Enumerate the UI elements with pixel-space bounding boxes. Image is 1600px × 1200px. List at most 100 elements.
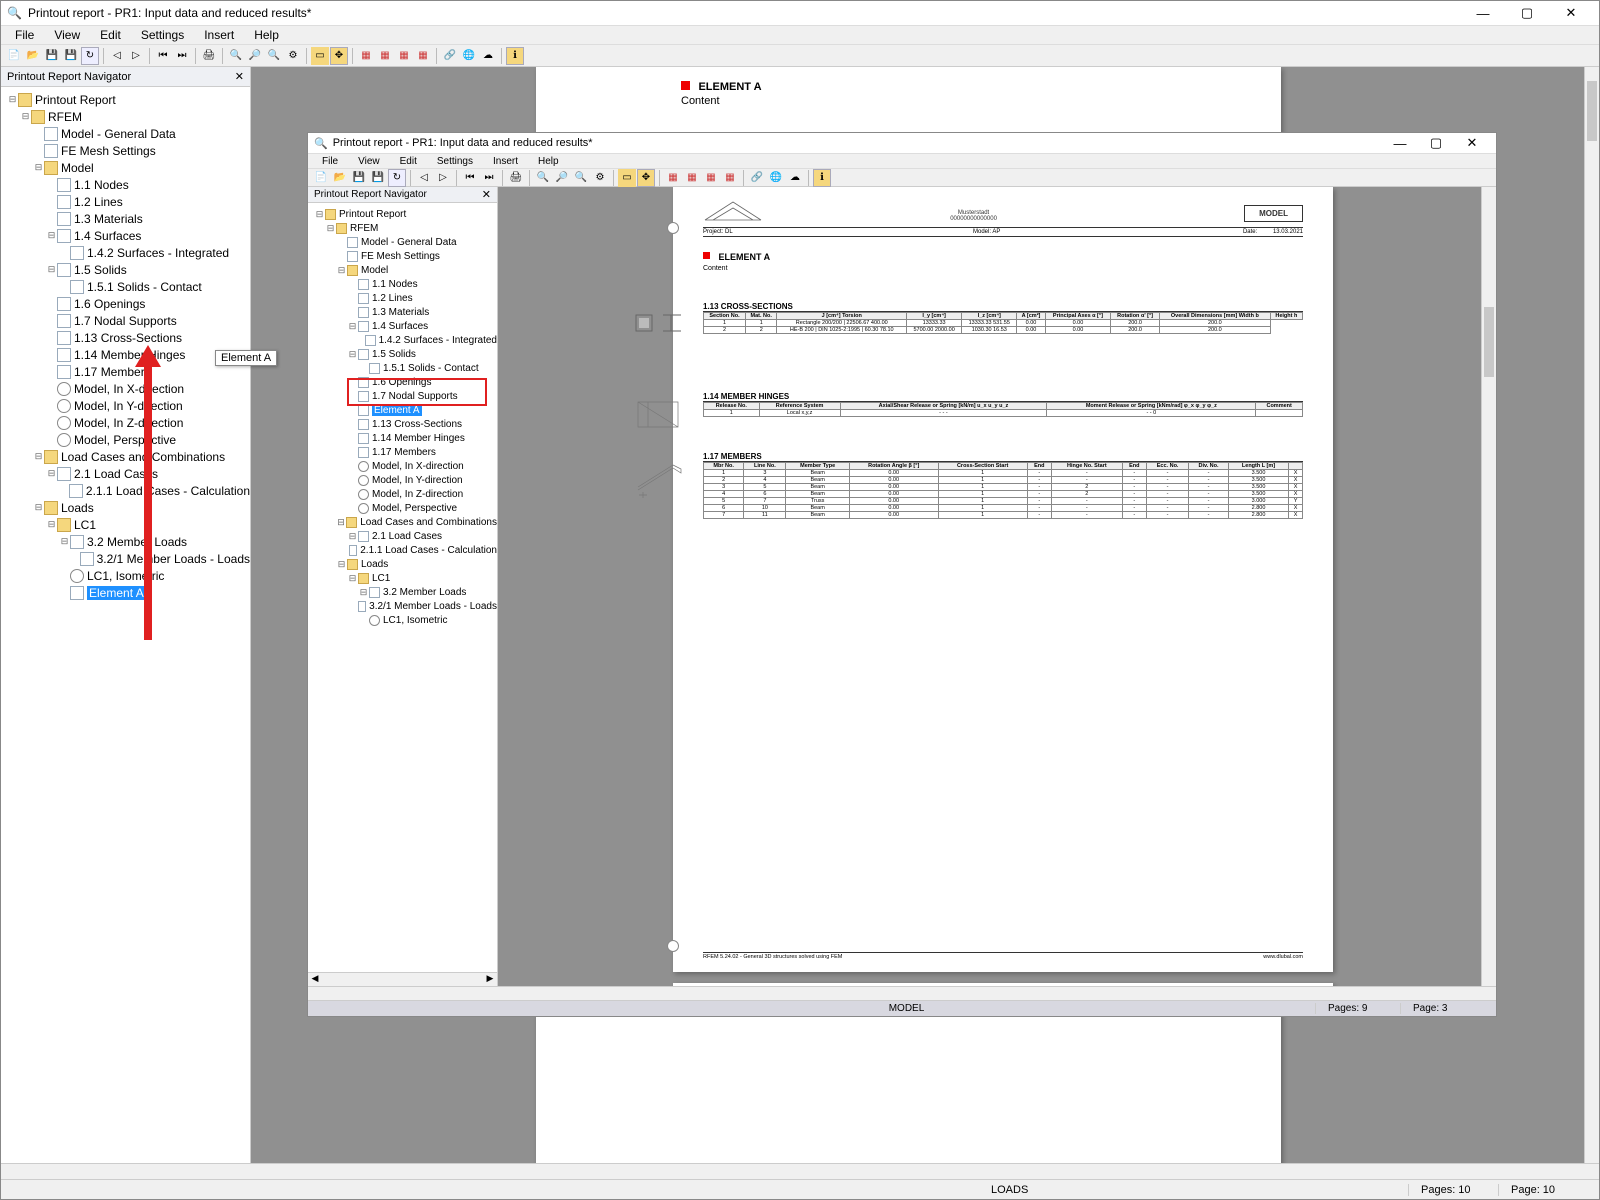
itb-select-icon[interactable]: ▭ [618,169,636,187]
itb-saveas-icon[interactable]: 💾 [369,169,387,187]
tree-item[interactable]: Model, In Y-direction [308,473,497,487]
inner-minimize-button[interactable]: — [1382,134,1418,152]
tb-last-icon[interactable]: ⏭ [173,47,191,65]
tb-cloud-icon[interactable]: ☁ [479,47,497,65]
tree-item[interactable]: 2.1.1 Load Cases - Calculation [308,543,497,557]
tree-item[interactable]: ⊟ Loads [1,499,250,516]
tb-globe-icon[interactable]: 🌐 [460,47,478,65]
menu-settings[interactable]: Settings [131,26,194,44]
tb-open-icon[interactable]: 📂 [24,47,42,65]
tb-gear-icon[interactable]: ⚙ [284,47,302,65]
itb-zoom2-icon[interactable]: 🔎 [553,169,571,187]
tree-item[interactable]: 1.17 Members [308,445,497,459]
tree-item[interactable]: Model - General Data [1,125,250,142]
inner-navigator-tree[interactable]: ⊟ Printout Report ⊟ RFEM Model - General… [308,203,497,972]
tb-link-icon[interactable]: 🔗 [441,47,459,65]
tb-new-icon[interactable]: 📄 [5,47,23,65]
inner-menu-insert[interactable]: Insert [483,154,528,169]
tree-item[interactable]: 1.14 Member Hinges [1,346,250,363]
tree-item[interactable]: 1.2 Lines [308,291,497,305]
tree-item[interactable]: ⊟ 3.2 Member Loads [1,533,250,550]
menu-file[interactable]: File [5,26,44,44]
tree-item[interactable]: ⊟ 2.1 Load Cases [1,465,250,482]
tree-item[interactable]: ⊟ Load Cases and Combinations [1,448,250,465]
itb-next-icon[interactable]: ▷ [434,169,452,187]
tb-zoomin-icon[interactable]: 🔎 [246,47,264,65]
tree-item[interactable]: 1.2 Lines [1,193,250,210]
outer-vscrollbar[interactable] [1584,67,1599,1163]
itb-a1-icon[interactable]: ▦ [664,169,682,187]
tree-item[interactable]: ⊟ 3.2 Member Loads [308,585,497,599]
tree-item[interactable]: ⊟ Loads [308,557,497,571]
tb-zoomout-icon[interactable]: 🔍 [227,47,245,65]
tree-item[interactable]: Model, In Z-direction [308,487,497,501]
itb-prev-icon[interactable]: ◁ [415,169,433,187]
tree-item[interactable]: Model, In X-direction [308,459,497,473]
tree-item[interactable]: Model, In X-direction [1,380,250,397]
tb-print-icon[interactable]: 🖨 [200,47,218,65]
tree-item[interactable]: ⊟ 1.4 Surfaces [1,227,250,244]
tree-item[interactable]: ⊟ 1.5 Solids [1,261,250,278]
tree-scroll-right-icon[interactable]: ▶ [483,973,497,986]
tree-item[interactable]: Model, Perspective [1,431,250,448]
tree-item[interactable]: 1.5.1 Solids - Contact [308,361,497,375]
tb-a3-icon[interactable]: ▦ [395,47,413,65]
tree-item[interactable]: 1.4.2 Surfaces - Integrated [308,333,497,347]
inner-menu-file[interactable]: File [312,154,348,169]
tree-item[interactable]: ⊟ RFEM [308,221,497,235]
tree-item[interactable]: 1.13 Cross-Sections [308,417,497,431]
tree-item[interactable]: ⊟ LC1 [308,571,497,585]
tree-item[interactable]: Model, In Z-direction [1,414,250,431]
itb-print-icon[interactable]: 🖨 [507,169,525,187]
itb-gear-icon[interactable]: ⚙ [591,169,609,187]
tree-item[interactable]: LC1, Isometric [308,613,497,627]
tb-next-icon[interactable]: ▷ [127,47,145,65]
inner-menu-view[interactable]: View [348,154,390,169]
tree-item[interactable]: ⊟ Load Cases and Combinations [308,515,497,529]
inner-close-button[interactable]: ✕ [1454,134,1490,152]
menu-insert[interactable]: Insert [194,26,244,44]
tb-refresh-icon[interactable]: ↻ [81,47,99,65]
tree-item[interactable]: 1.17 Members [1,363,250,380]
tb-select-icon[interactable]: ▭ [311,47,329,65]
inner-navigator-close-icon[interactable]: ✕ [482,188,491,201]
itb-move-icon[interactable]: ✥ [637,169,655,187]
tree-item[interactable]: 1.1 Nodes [1,176,250,193]
tree-item[interactable]: 1.5.1 Solids - Contact [1,278,250,295]
itb-a4-icon[interactable]: ▦ [721,169,739,187]
inner-menu-help[interactable]: Help [528,154,569,169]
tree-item[interactable]: ⊟ Model [1,159,250,176]
inner-menu-settings[interactable]: Settings [427,154,483,169]
tree-item[interactable]: ⊟ Model [308,263,497,277]
inner-vscrollbar[interactable] [1481,187,1496,986]
tree-item[interactable]: 1.6 Openings [1,295,250,312]
tree-item[interactable]: 3.2/1 Member Loads - Loads [1,550,250,567]
outer-hscrollbar[interactable] [1,1163,1599,1179]
tree-item[interactable]: ⊟ Printout Report [1,91,250,108]
tb-save-icon[interactable]: 💾 [43,47,61,65]
tb-prev-icon[interactable]: ◁ [108,47,126,65]
tree-item[interactable]: 1.14 Member Hinges [308,431,497,445]
itb-save-icon[interactable]: 💾 [350,169,368,187]
maximize-button[interactable]: ▢ [1505,2,1549,24]
tb-a2-icon[interactable]: ▦ [376,47,394,65]
tb-zoom-icon[interactable]: 🔍 [265,47,283,65]
tree-item[interactable]: 1.3 Materials [308,305,497,319]
tb-a4-icon[interactable]: ▦ [414,47,432,65]
tree-item[interactable]: ⊟ 2.1 Load Cases [308,529,497,543]
tree-item[interactable]: Model - General Data [308,235,497,249]
close-button[interactable]: ✕ [1549,2,1593,24]
tb-first-icon[interactable]: ⏮ [154,47,172,65]
tree-item[interactable]: Model, In Y-direction [1,397,250,414]
tb-saveas-icon[interactable]: 💾 [62,47,80,65]
minimize-button[interactable]: — [1461,2,1505,24]
tb-info-icon[interactable]: ℹ [506,47,524,65]
tree-scroll-left-icon[interactable]: ◀ [308,973,322,986]
itb-a3-icon[interactable]: ▦ [702,169,720,187]
tree-item[interactable]: 3.2/1 Member Loads - Loads [308,599,497,613]
navigator-tree[interactable]: ⊟ Printout Report ⊟ RFEM Model - General… [1,87,250,1163]
tree-item[interactable]: 1.13 Cross-Sections [1,329,250,346]
itb-zoom1-icon[interactable]: 🔍 [534,169,552,187]
tree-item[interactable]: ⊟ 1.5 Solids [308,347,497,361]
itb-info-icon[interactable]: ℹ [813,169,831,187]
